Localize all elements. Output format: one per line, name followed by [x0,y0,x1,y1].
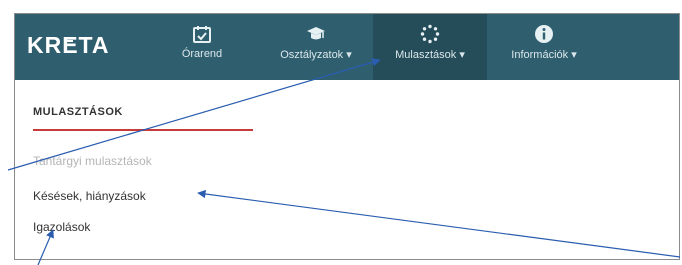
info-icon [535,25,553,43]
menu-link-kesesek-hianyzasok[interactable]: Késések, hiányzások [33,189,146,203]
nav-item-mulasztasok[interactable]: Mulasztások ▾ [373,14,487,80]
dotted-circle-icon [420,24,440,44]
menu-link-igazolasok[interactable]: Igazolások [33,220,90,234]
top-navigation-bar: KRETA Órarend Osztályzatok ▾ Mulasztások… [15,14,679,80]
section-title: MULASZTÁSOK [33,106,123,118]
app-window: KRETA Órarend Osztályzatok ▾ Mulasztások… [14,13,680,260]
logo-accent-mark [65,40,73,46]
nav-item-label: Órarend [181,48,223,60]
calendar-icon [193,26,211,43]
section-title-underline [33,129,253,131]
nav-item-label: Osztályzatok ▾ [280,49,352,61]
graduation-cap-icon [307,27,325,40]
nav-item-informaciok[interactable]: Információk ▾ [487,14,601,80]
menu-link-tantargyi-mulasztasok[interactable]: Tantárgyi mulasztások [33,154,152,168]
nav-item-orarend[interactable]: Órarend [145,14,259,80]
nav-item-label: Információk ▾ [511,49,577,61]
nav-item-label: Mulasztások ▾ [395,49,465,61]
nav-item-osztalyzatok[interactable]: Osztályzatok ▾ [259,14,373,80]
kreta-logo[interactable]: KRETA [27,32,110,59]
